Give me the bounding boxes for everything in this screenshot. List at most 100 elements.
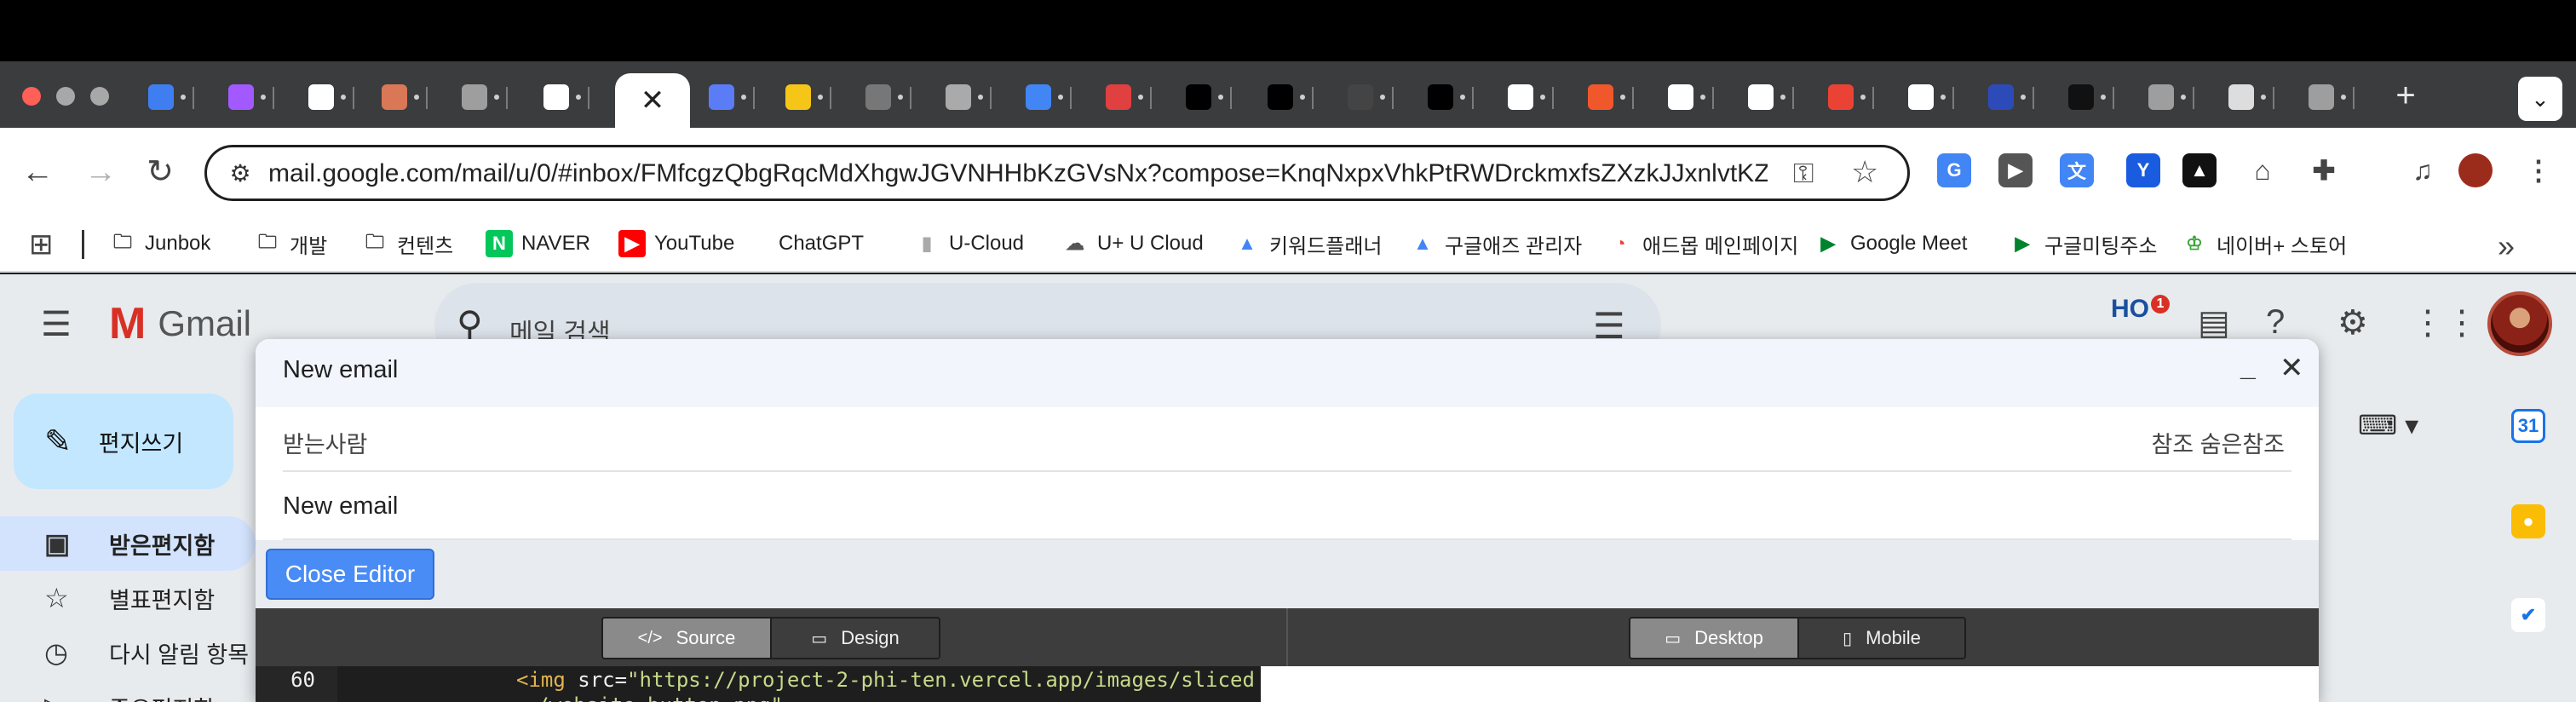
close-tab-icon[interactable]: ✕ [641, 83, 665, 118]
bookmark-item[interactable]: ▮ U-Cloud [913, 227, 1024, 261]
compose-button[interactable]: ✎ 편지쓰기 [14, 394, 233, 489]
browser-tab[interactable] [462, 78, 508, 116]
y-logo-icon[interactable]: Y [2126, 153, 2160, 187]
browser-tab[interactable] [228, 78, 274, 116]
nav-item-starred[interactable]: ☆ 별표편지함 [0, 571, 256, 625]
bookmark-item[interactable]: ▶ YouTube [618, 227, 734, 261]
close-window-button[interactable] [22, 87, 41, 106]
google-apps-icon[interactable]: ⋮⋮ [2411, 303, 2479, 342]
bookmark-item[interactable]: 🗀 컨텐츠 [361, 227, 453, 261]
document-addon-icon[interactable]: ▤ [2198, 303, 2230, 342]
bookmark-item[interactable]: ▲ 키워드플래너 [1233, 227, 1382, 261]
reload-button[interactable]: ↻ [140, 152, 181, 193]
compose-header[interactable]: New email _ ✕ [256, 339, 2319, 407]
code-line-continuation[interactable]: /website_button.png" [537, 693, 783, 702]
bookmark-item[interactable]: ▲ 구글애즈 관리자 [1409, 227, 1582, 261]
browser-tab[interactable] [709, 78, 755, 116]
media-control-icon[interactable]: ♫ [2406, 153, 2440, 187]
translate-icon[interactable]: 文 [2060, 153, 2094, 187]
bookmark-item[interactable]: N NAVER [486, 227, 590, 261]
browser-tab[interactable] [865, 78, 911, 116]
close-icon[interactable]: ✕ [2280, 351, 2304, 385]
back-button[interactable]: ← [17, 152, 58, 193]
browser-tab[interactable] [2309, 78, 2355, 116]
robot-icon[interactable]: ⌂ [2245, 153, 2280, 187]
url-text[interactable]: mail.google.com/mail/u/0/#inbox/FMfcgzQb… [268, 159, 1768, 188]
close-editor-button[interactable]: Close Editor [266, 549, 434, 600]
bookmark-item[interactable]: ChatGPT [765, 227, 864, 261]
browser-tab[interactable] [785, 78, 831, 116]
profile-avatar-icon[interactable] [2458, 153, 2493, 187]
browser-tab[interactable] [1748, 78, 1794, 116]
addon-ho-icon[interactable]: HO 1 [2111, 295, 2170, 324]
bookmark-item[interactable]: ▶ Google Meet [1814, 227, 1968, 261]
browser-tab[interactable] [1026, 78, 1072, 116]
kebab-menu-icon[interactable]: ⋮ [2521, 153, 2556, 187]
browser-tab[interactable] [1828, 78, 1874, 116]
gmail-logo[interactable]: M Gmail [109, 298, 251, 349]
browser-tab[interactable] [1186, 78, 1232, 116]
browser-tab[interactable] [2228, 78, 2274, 116]
browser-tab[interactable] [2148, 78, 2194, 116]
video-speed-icon[interactable]: ▶ [1998, 153, 2033, 187]
tab-desktop[interactable]: ▭ Desktop [1630, 619, 1797, 658]
nav-item-important[interactable]: ▷ 중요편지함 [0, 680, 256, 702]
hamburger-menu-icon[interactable]: ☰ [41, 305, 72, 344]
keyboard-icon[interactable]: ⌨ ▾ [2358, 409, 2418, 441]
browser-tab[interactable] [1908, 78, 1954, 116]
bookmark-item[interactable]: ▶ 구글미팅주소 [2009, 227, 2158, 261]
code-editor[interactable]: 60 <img src="https://project-2-phi-ten.v… [256, 666, 1261, 702]
settings-gear-icon[interactable]: ⚙ [2337, 303, 2368, 342]
browser-tab[interactable] [1668, 78, 1714, 116]
tasks-icon[interactable]: ✔ [2511, 598, 2545, 632]
code-line[interactable]: <img src="https://project-2-phi-ten.verc… [516, 668, 1255, 692]
nav-item-inbox[interactable]: ▣ 받은편지함 [0, 516, 256, 571]
help-icon[interactable]: ? [2266, 303, 2285, 342]
site-info-icon[interactable]: ⚙ [226, 159, 255, 188]
browser-tab[interactable] [1508, 78, 1554, 116]
account-avatar[interactable] [2487, 291, 2552, 356]
tab-source[interactable]: </> Source [603, 619, 770, 658]
browser-tab[interactable] [1588, 78, 1634, 116]
bookmark-item[interactable]: 🗀 Junbok [109, 227, 210, 261]
active-tab-gmail[interactable]: ✕ [615, 73, 690, 128]
forward-button[interactable]: → [80, 152, 121, 193]
minimize-window-button[interactable] [56, 87, 75, 106]
browser-tab[interactable] [148, 78, 194, 116]
extensions-puzzle-icon[interactable]: ✚ [2307, 153, 2341, 187]
zoom-window-button[interactable] [90, 87, 109, 106]
browser-tab[interactable] [1988, 78, 2034, 116]
nav-item-snoozed[interactable]: ◷ 다시 알림 항목 [0, 625, 256, 680]
tab-search-button[interactable]: ⌄ [2518, 77, 2562, 121]
chevron-double-right-icon[interactable]: » [2498, 228, 2515, 264]
recipients-field[interactable]: 받는사람 참조 숨은참조 [283, 407, 2291, 472]
cc-bcc-links[interactable]: 참조 숨은참조 [2151, 426, 2285, 459]
browser-tab[interactable] [2068, 78, 2114, 116]
browser-tab[interactable] [1428, 78, 1474, 116]
password-key-icon[interactable]: ⚿ [1793, 158, 1814, 190]
keep-icon[interactable]: ● [2511, 504, 2545, 538]
address-bar[interactable]: ⚙ mail.google.com/mail/u/0/#inbox/FMfcgz… [204, 145, 1910, 201]
bookmark-item[interactable]: ♔ 네이버+ 스토어 [2181, 227, 2347, 261]
triangle-dark-icon[interactable]: ▲ [2182, 153, 2217, 187]
bookmark-item[interactable]: ☁ U+ U Cloud [1061, 227, 1204, 261]
browser-tab[interactable] [382, 78, 428, 116]
minimize-icon[interactable]: _ [2240, 351, 2256, 383]
browser-tab[interactable] [543, 78, 589, 116]
new-tab-button[interactable]: + [2387, 78, 2424, 116]
tab-design[interactable]: ▭ Design [770, 619, 939, 658]
browser-tab[interactable] [1348, 78, 1394, 116]
browser-tab[interactable] [1268, 78, 1314, 116]
apps-grid-icon[interactable]: ⊞ [29, 230, 54, 259]
browser-tab[interactable] [1106, 78, 1152, 116]
bookmark-star-icon[interactable]: ☆ [1851, 154, 1878, 190]
google-translate-icon[interactable]: G [1937, 153, 1971, 187]
tab-mobile[interactable]: ▯ Mobile [1797, 619, 1964, 658]
calendar-icon[interactable]: 31 [2511, 409, 2545, 443]
subject-value[interactable]: New email [283, 492, 398, 521]
bookmark-item[interactable]: 🗀 개발 [254, 227, 327, 261]
browser-tab[interactable] [308, 78, 354, 116]
bookmark-item[interactable]: ◔ 애드몹 메인페이지 [1607, 227, 1798, 261]
browser-tab[interactable] [946, 78, 992, 116]
subject-field[interactable]: New email [283, 472, 2291, 540]
